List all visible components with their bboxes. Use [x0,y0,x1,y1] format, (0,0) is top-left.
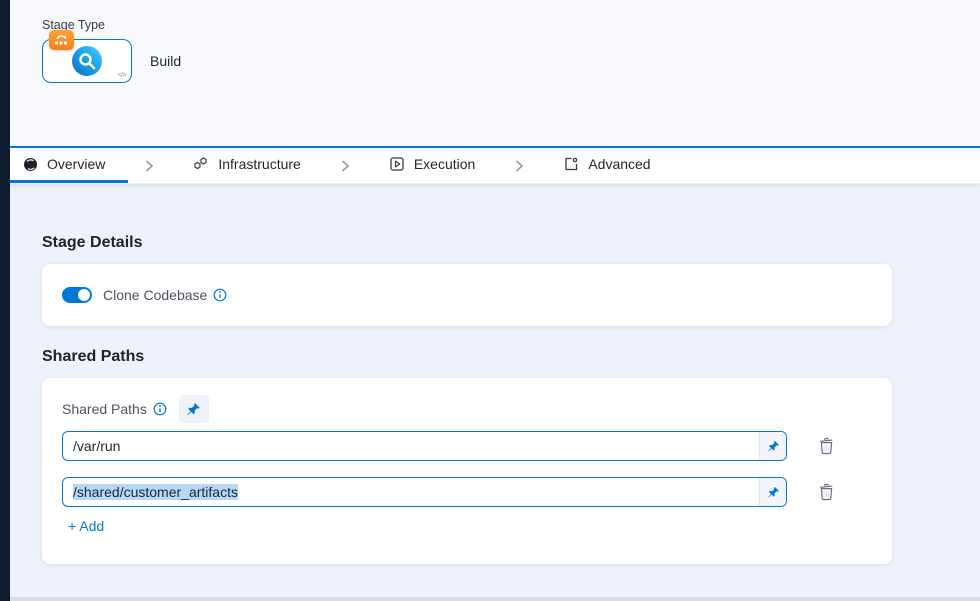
stage-details-card: Clone Codebase [42,264,892,326]
pin-icon [186,402,201,417]
tab-infrastructure[interactable]: Infrastructure [170,148,323,183]
left-panel-edge [0,0,10,601]
shared-paths-heading: Shared Paths [42,348,980,366]
pin-input-type-button[interactable] [759,432,786,460]
tab-advanced[interactable]: Advanced [540,148,673,183]
shared-path-row: /shared/customer_artifacts [62,477,872,507]
shared-path-value[interactable]: /var/run [63,432,759,460]
trash-icon [817,436,836,456]
shared-path-input[interactable]: /shared/customer_artifacts [62,477,787,507]
stage-config-page: Stage Type [0,0,980,601]
tab-execution[interactable]: Execution [366,148,498,183]
tab-infrastructure-label: Infrastructure [218,156,300,172]
delete-path-button[interactable] [817,436,836,456]
info-icon[interactable] [213,288,227,302]
tab-execution-label: Execution [414,156,475,172]
pin-icon [767,440,780,453]
shared-paths-card: Shared Paths /var/run [42,378,892,564]
shared-path-row: /var/run [62,431,872,461]
overview-icon [23,157,38,172]
stage-type-card[interactable]: </> [42,39,132,83]
bottom-edge [10,597,980,601]
pin-input-type-button[interactable] [759,478,786,506]
ci-pipeline-icon [53,34,70,47]
info-icon[interactable] [153,402,167,416]
tab-overview[interactable]: Overview [0,148,128,183]
stage-type-label: Stage Type [42,18,980,32]
overview-tab-panel: Stage Details Clone Codebase Shared Path… [0,184,980,601]
stage-details-heading: Stage Details [42,234,980,252]
tab-overview-label: Overview [47,156,105,172]
add-path-button[interactable]: + Add [68,518,104,534]
chevron-right-icon [338,148,352,183]
stage-type-section: Stage Type [0,0,980,146]
build-stage-icon [72,46,102,76]
shared-paths-field-label: Shared Paths [62,401,147,417]
stage-type-name: Build [150,53,181,69]
shared-path-value[interactable]: /shared/customer_artifacts [63,478,759,506]
code-glyph: </> [117,72,126,79]
delete-path-button[interactable] [817,482,836,502]
clone-codebase-toggle[interactable] [62,287,92,303]
stage-tabs: Overview Infrastructure Execution [0,148,980,184]
chevron-right-icon [512,148,526,183]
chevron-right-icon [142,148,156,183]
ci-module-badge-icon [49,30,74,50]
tab-advanced-label: Advanced [588,156,650,172]
trash-icon [817,482,836,502]
clone-codebase-label: Clone Codebase [103,287,207,303]
toggle-knob [78,289,90,301]
pin-input-type-button[interactable] [179,395,209,423]
infrastructure-icon [193,156,209,172]
shared-path-input[interactable]: /var/run [62,431,787,461]
execution-icon [389,156,405,172]
pin-icon [767,486,780,499]
advanced-icon [563,156,579,172]
